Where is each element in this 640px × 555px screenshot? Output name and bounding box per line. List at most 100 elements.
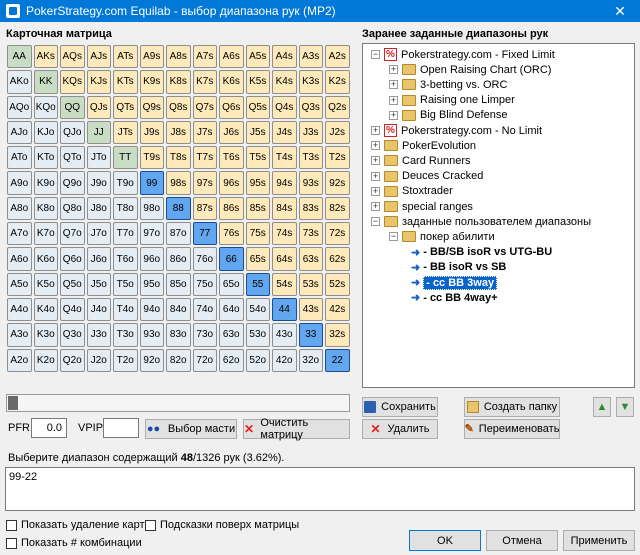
matrix-cell[interactable]: K2o [33,348,58,372]
matrix-cell[interactable]: 42s [325,297,350,322]
matrix-cell[interactable]: 84s [272,196,297,221]
matrix-cell[interactable]: J2o [86,348,111,372]
matrix-cell[interactable]: K4o [33,297,58,322]
matrix-cell[interactable]: K3s [298,70,323,94]
matrix-cell[interactable]: J8s [166,120,191,145]
matrix-cell[interactable]: 43o [272,323,297,347]
matrix-cell[interactable]: T5o [113,272,138,296]
matrix-cell[interactable]: 62o [219,348,244,372]
matrix-cell[interactable]: 52o [245,348,270,372]
tree-node[interactable]: 3-betting vs. ORC [402,77,507,92]
show-combos-checkbox[interactable]: Показать # комбинации [6,537,142,549]
matrix-cell[interactable]: A7o [7,222,32,246]
matrix-cell[interactable]: 64s [272,247,297,271]
close-button[interactable]: ✕ [600,0,640,22]
tree-node[interactable]: % Pokerstrategy.com - Fixed Limit [384,47,555,62]
rename-button[interactable]: ✎ Переименовать [464,419,560,439]
matrix-cell[interactable]: 33 [298,323,323,347]
matrix-cell[interactable]: 64o [219,297,244,322]
matrix-cell[interactable]: A3o [7,323,32,347]
matrix-cell[interactable]: 92s [325,171,350,195]
select-suits-button[interactable]: ●● Выбор масти [145,419,237,439]
matrix-cell[interactable]: 76o [192,247,217,271]
matrix-cell[interactable]: 63o [219,323,244,347]
matrix-cell[interactable]: K3o [33,323,58,347]
matrix-cell[interactable]: 74s [272,222,297,246]
matrix-cell[interactable]: T5s [245,146,270,170]
matrix-cell[interactable]: K8o [33,196,58,221]
save-button[interactable]: Сохранить [362,397,438,417]
matrix-cell[interactable]: K6o [33,247,58,271]
show-removal-checkbox[interactable]: Показать удаление карт [6,519,145,531]
matrix-cell[interactable]: 32o [298,348,323,372]
matrix-cell[interactable]: 32s [325,323,350,347]
expand-icon[interactable]: + [389,95,398,105]
matrix-cell[interactable]: ATs [113,45,138,69]
matrix-cell[interactable]: A4o [7,297,32,322]
matrix-cell[interactable]: 95o [139,272,164,296]
matrix-cell[interactable]: A4s [272,45,297,69]
hints-checkbox[interactable]: Подсказки поверх матрицы [145,519,299,531]
matrix-cell[interactable]: QTs [113,95,138,119]
tree-node[interactable]: special ranges [384,199,473,214]
matrix-cell[interactable]: KK [33,70,58,94]
matrix-cell[interactable]: A2s [325,45,350,69]
collapse-icon[interactable]: − [371,50,380,59]
matrix-cell[interactable]: T8o [113,196,138,221]
matrix-cell[interactable]: 86o [166,247,191,271]
apply-button[interactable]: Применить [563,530,635,551]
matrix-cell[interactable]: 93o [139,323,164,347]
tree-node[interactable]: Big Blind Defense [402,108,507,123]
matrix-cell[interactable]: 74o [192,297,217,322]
collapse-icon[interactable]: − [371,217,380,227]
matrix-cell[interactable]: A9o [7,171,32,195]
matrix-cell[interactable]: J4s [272,120,297,145]
expand-icon[interactable]: + [371,126,380,135]
matrix-cell[interactable]: T7s [192,146,217,170]
matrix-cell[interactable]: T2s [325,146,350,170]
matrix-cell[interactable]: Q3o [60,323,85,347]
matrix-cell[interactable]: 92o [139,348,164,372]
expand-icon[interactable]: + [389,110,398,120]
matrix-cell[interactable]: 83o [166,323,191,347]
matrix-cell[interactable]: 44 [272,297,297,322]
matrix-cell[interactable]: 94s [272,171,297,195]
matrix-cell[interactable]: 22 [325,348,350,372]
matrix-cell[interactable]: Q9o [60,171,85,195]
matrix-cell[interactable]: Q5s [245,95,270,119]
matrix-cell[interactable]: 96o [139,247,164,271]
matrix-cell[interactable]: K6s [219,70,244,94]
matrix-cell[interactable]: 97s [192,171,217,195]
matrix-cell[interactable]: Q9s [139,95,164,119]
matrix-cell[interactable]: A7s [192,45,217,69]
matrix-cell[interactable]: 65s [245,247,270,271]
matrix-cell[interactable]: Q6o [60,247,85,271]
matrix-cell[interactable]: KQo [33,95,58,119]
matrix-cell[interactable]: A5s [245,45,270,69]
matrix-cell[interactable]: Q4s [272,95,297,119]
matrix-cell[interactable]: Q5o [60,272,85,296]
tree-node[interactable]: PokerEvolution [384,138,476,153]
move-up-button[interactable]: ▲ [593,397,611,417]
matrix-cell[interactable]: A8o [7,196,32,221]
matrix-cell[interactable]: Q8s [166,95,191,119]
matrix-cell[interactable]: 55 [245,272,270,296]
matrix-cell[interactable]: J3o [86,323,111,347]
matrix-cell[interactable]: J6s [219,120,244,145]
matrix-cell[interactable]: K8s [166,70,191,94]
matrix-cell[interactable]: A5o [7,272,32,296]
matrix-cell[interactable]: 93s [298,171,323,195]
matrix-cell[interactable]: JTs [113,120,138,145]
tree-node[interactable]: Open Raising Chart (ORC) [402,62,551,77]
matrix-cell[interactable]: J3s [298,120,323,145]
cancel-button[interactable]: Отмена [486,530,558,551]
matrix-cell[interactable]: T2o [113,348,138,372]
matrix-cell[interactable]: T4s [272,146,297,170]
matrix-cell[interactable]: 54s [272,272,297,296]
matrix-cell[interactable]: 72s [325,222,350,246]
matrix-cell[interactable]: Q8o [60,196,85,221]
matrix-cell[interactable]: 66 [219,247,244,271]
matrix-cell[interactable]: KQs [60,70,85,94]
tree-node[interactable]: Deuces Cracked [384,169,483,184]
matrix-cell[interactable]: A2o [7,348,32,372]
